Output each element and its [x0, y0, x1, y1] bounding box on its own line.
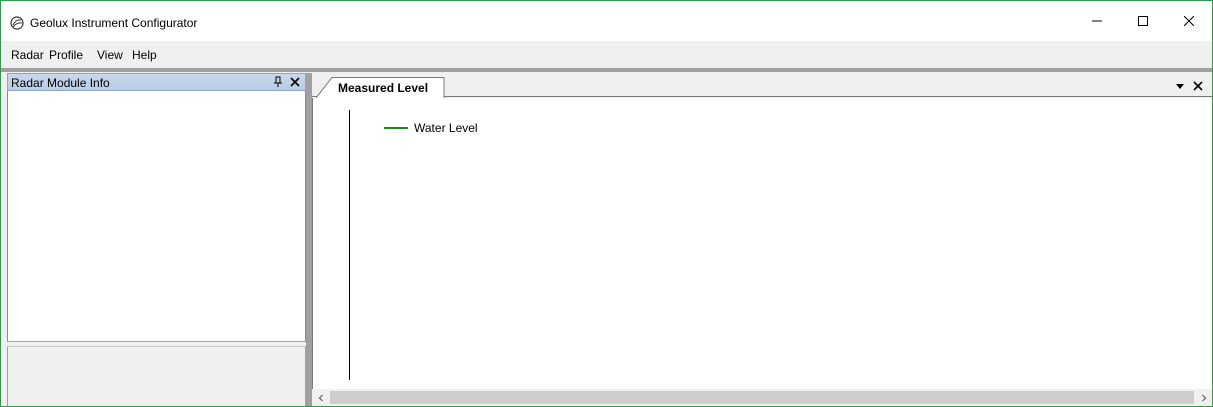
menu-view[interactable]: View — [97, 48, 123, 62]
menu-profile[interactable]: Profile — [49, 48, 83, 62]
horizontal-scrollbar[interactable] — [312, 389, 1212, 406]
measured-level-chart[interactable]: Water Level — [312, 98, 1212, 389]
menu-separator — [1, 68, 1212, 72]
close-icon — [1184, 16, 1194, 26]
pin-button[interactable] — [272, 76, 284, 88]
minimize-icon — [1092, 20, 1102, 22]
tab-strip: Measured Level — [312, 73, 1212, 98]
minimize-button[interactable] — [1074, 1, 1120, 41]
title-bar[interactable]: Geolux Instrument Configurator — [1, 1, 1212, 41]
app-window: Geolux Instrument Configurator Radar Pro… — [0, 0, 1213, 407]
close-icon — [290, 77, 300, 87]
close-button[interactable] — [1166, 1, 1212, 41]
geolux-logo-icon — [10, 16, 24, 30]
tab-list-button[interactable] — [1174, 80, 1186, 92]
document-area: Measured Level Water Level — [312, 73, 1212, 406]
tab-close-button[interactable] — [1192, 80, 1204, 92]
scroll-thumb[interactable] — [330, 391, 1194, 404]
tab-measured-level[interactable]: Measured Level — [316, 77, 446, 98]
close-icon — [1193, 81, 1203, 91]
dropdown-arrow-icon — [1176, 84, 1184, 89]
scroll-left-icon — [318, 394, 323, 401]
legend-swatch-water-level — [384, 127, 408, 129]
panel-title: Radar Module Info — [11, 76, 110, 90]
panel-caption[interactable]: Radar Module Info — [7, 73, 306, 91]
legend-label-water-level: Water Level — [414, 121, 478, 135]
scroll-right-icon — [1201, 394, 1206, 401]
radar-module-info-panel: Radar Module Info — [7, 73, 306, 406]
scroll-right-button[interactable] — [1195, 389, 1212, 406]
menu-radar[interactable]: Radar — [11, 48, 44, 62]
panel-close-button[interactable] — [289, 76, 301, 88]
chart-y-axis — [349, 110, 350, 380]
menu-help[interactable]: Help — [132, 48, 157, 62]
maximize-icon — [1138, 16, 1148, 26]
maximize-button[interactable] — [1120, 1, 1166, 41]
scroll-left-button[interactable] — [312, 389, 329, 406]
menu-bar: Radar Profile View Help — [1, 42, 1212, 68]
pin-icon — [274, 76, 282, 87]
tab-label: Measured Level — [338, 81, 429, 95]
module-info-description — [7, 347, 306, 406]
window-title: Geolux Instrument Configurator — [30, 16, 198, 30]
